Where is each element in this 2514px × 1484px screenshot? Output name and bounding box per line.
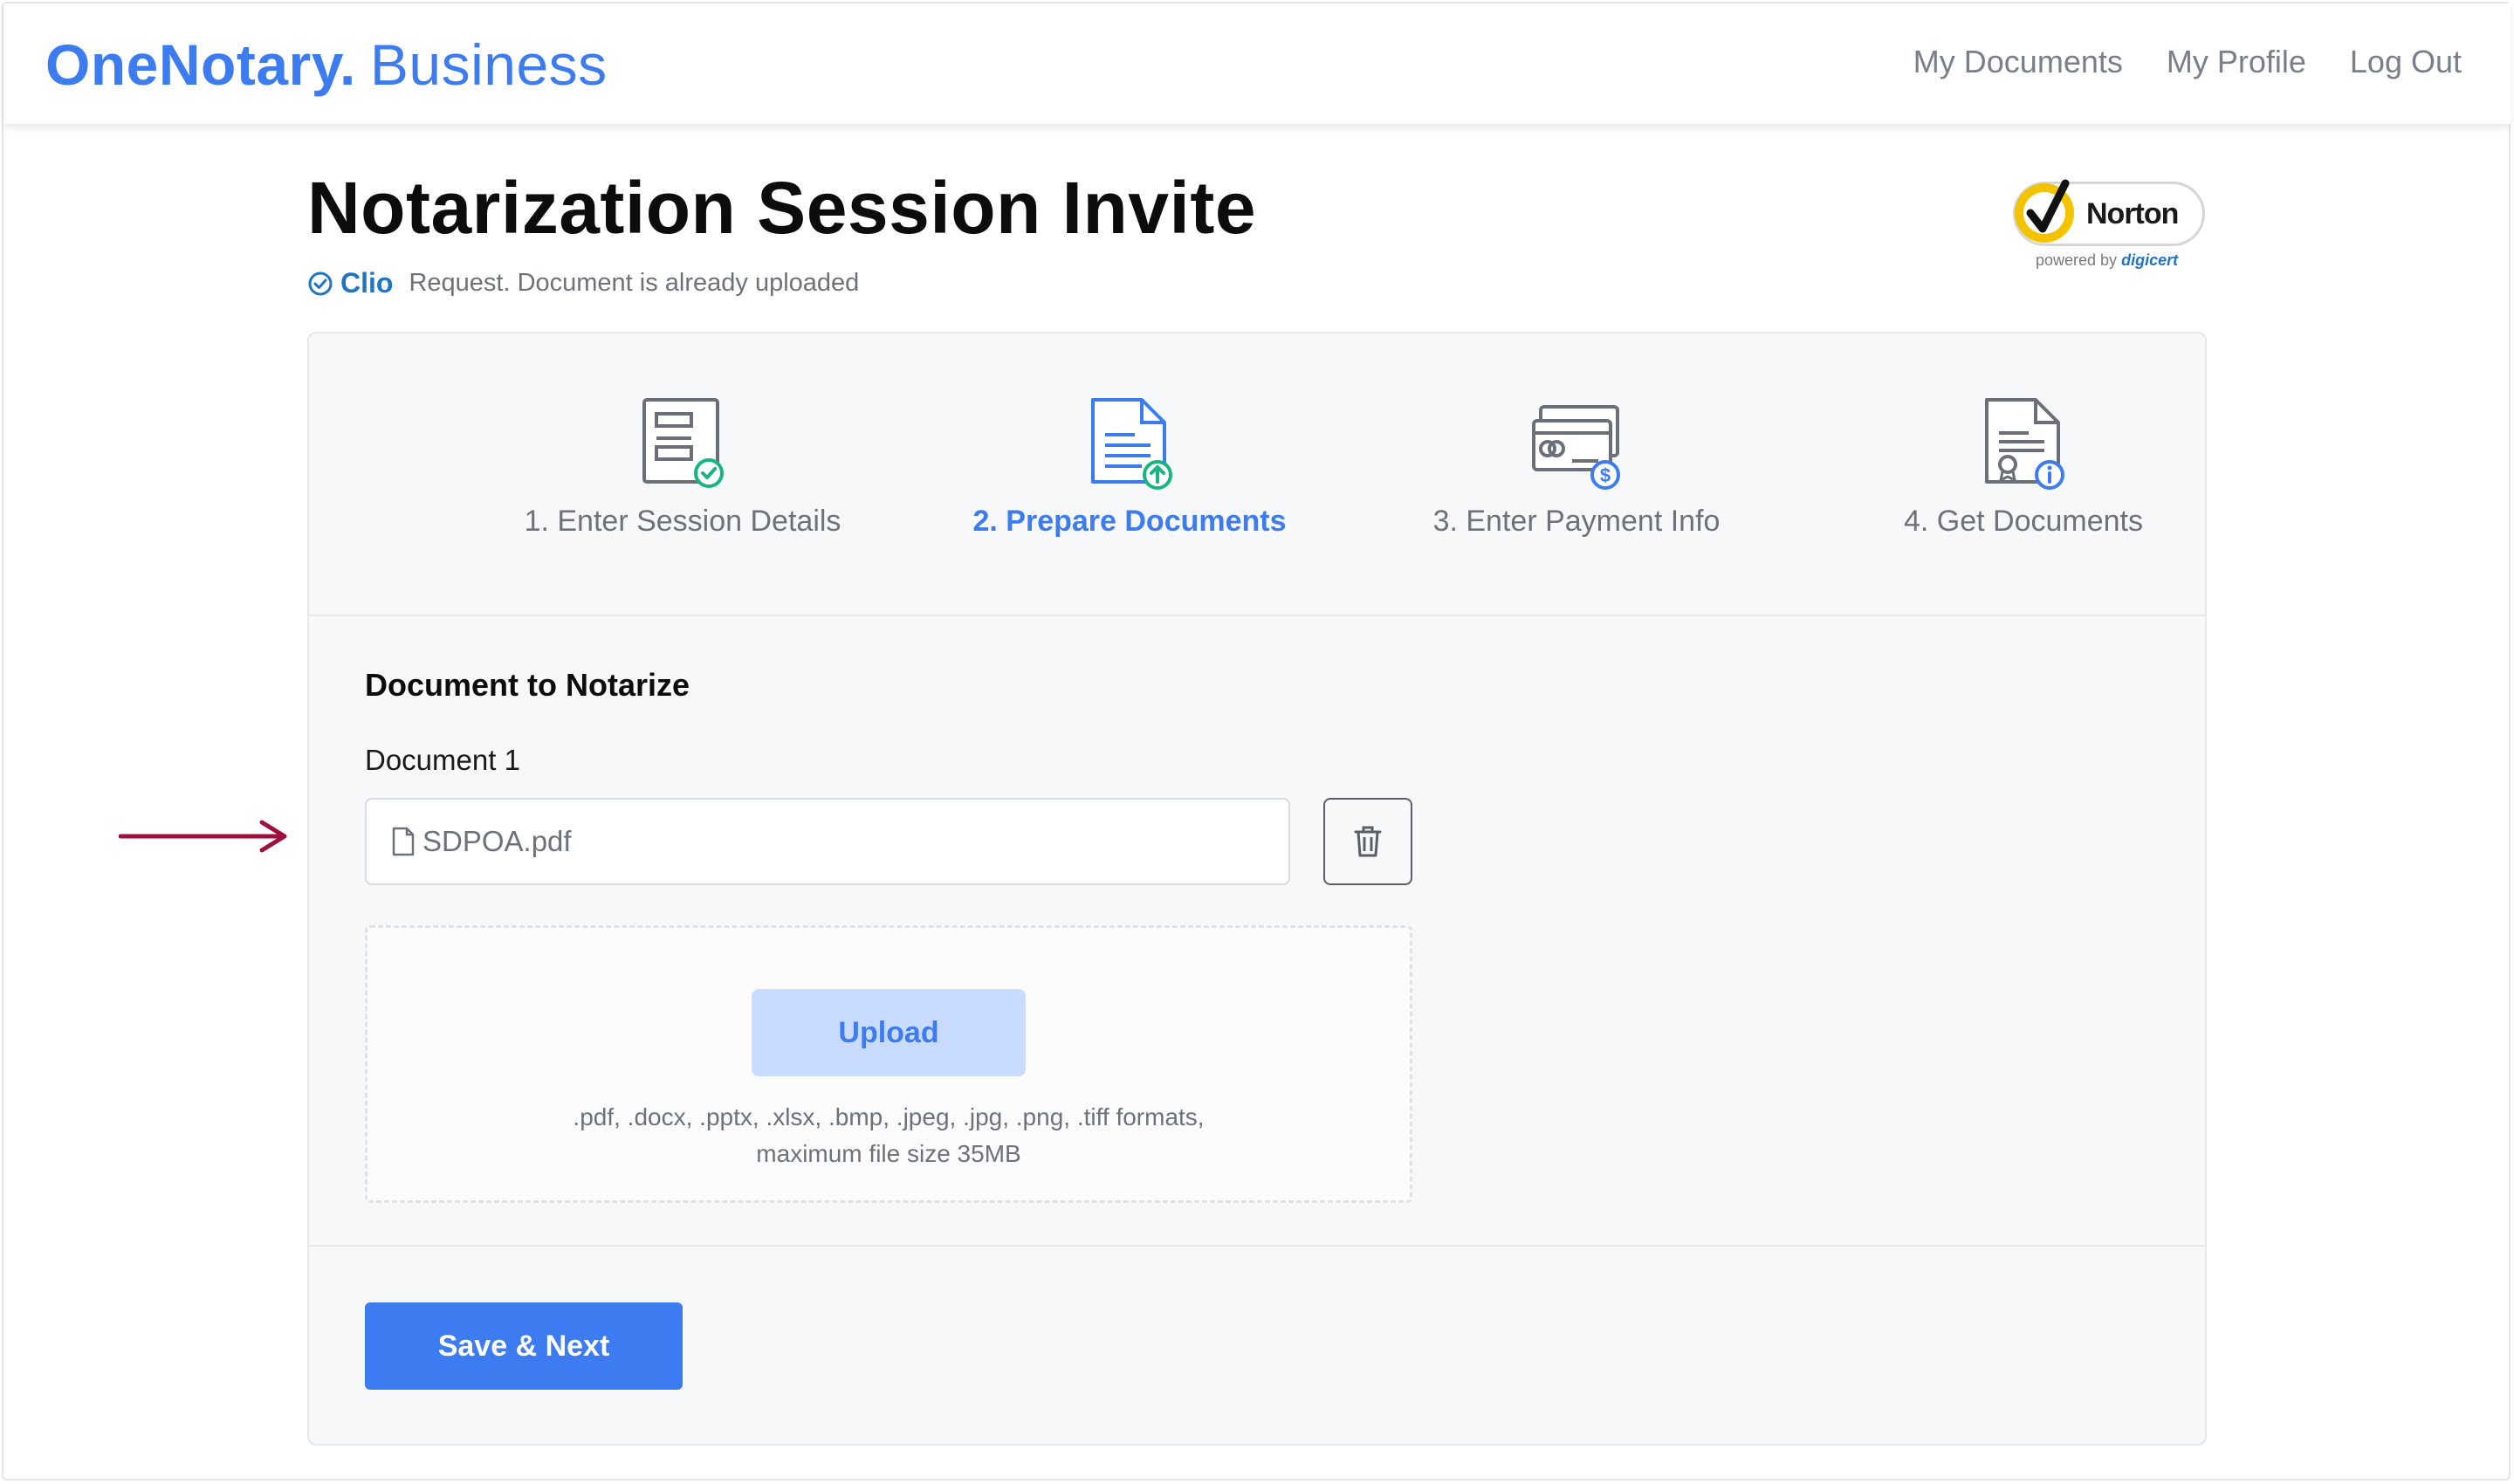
upload-size-limit: maximum file size 35MB xyxy=(756,1140,1021,1167)
step-label: 4. Get Documents xyxy=(1903,505,2143,538)
save-next-button[interactable]: Save & Next xyxy=(365,1302,683,1390)
norton-checkmark-icon xyxy=(2026,179,2070,233)
step-label: 1. Enter Session Details xyxy=(524,505,841,538)
step-enter-payment-info[interactable]: $ 3. Enter Payment Info xyxy=(1367,395,1786,539)
page-subtitle: Clio Request. Document is already upload… xyxy=(307,267,859,299)
powered-by-text: powered by xyxy=(2036,251,2118,269)
steps-bar: 1. Enter Session Details 2. Prepare Docu… xyxy=(309,333,2205,616)
top-header: OneNotary. Business My Documents My Profi… xyxy=(3,3,2511,125)
upload-hint: .pdf, .docx, .pptx, .xlsx, .bmp, .jpeg, … xyxy=(367,1099,1410,1172)
step-prepare-documents[interactable]: 2. Prepare Documents xyxy=(920,395,1339,539)
brand-primary: OneNotary. xyxy=(45,32,356,97)
nav-log-out[interactable]: Log Out xyxy=(2350,44,2462,80)
digicert-text: digicert xyxy=(2121,251,2179,269)
certificate-info-icon xyxy=(1985,398,2064,490)
invite-card: 1. Enter Session Details 2. Prepare Docu… xyxy=(307,332,2207,1446)
nav-my-profile[interactable]: My Profile xyxy=(2167,44,2306,80)
brand-logo[interactable]: OneNotary. Business xyxy=(45,30,608,100)
clio-logo: Clio xyxy=(340,267,394,299)
annotation-arrow-icon xyxy=(119,820,287,853)
section-title: Document to Notarize xyxy=(365,667,690,703)
svg-text:$: $ xyxy=(1600,464,1611,486)
upload-formats: .pdf, .docx, .pptx, .xlsx, .bmp, .jpeg, … xyxy=(573,1103,1205,1130)
document-check-icon xyxy=(642,398,724,488)
file-icon xyxy=(392,827,415,856)
delete-document-button[interactable] xyxy=(1323,798,1412,885)
upload-dropzone[interactable]: Upload .pdf, .docx, .pptx, .xlsx, .bmp, … xyxy=(365,925,1412,1203)
payment-card-icon: $ xyxy=(1532,405,1620,490)
document-upload-icon xyxy=(1091,398,1172,490)
nav-my-documents[interactable]: My Documents xyxy=(1913,44,2123,80)
upload-button[interactable]: Upload xyxy=(752,989,1026,1076)
document-label: Document 1 xyxy=(365,744,520,776)
norton-powered: powered by digicert xyxy=(2036,251,2178,270)
file-name: SDPOA.pdf xyxy=(422,825,572,857)
document-file-field[interactable]: SDPOA.pdf xyxy=(365,798,1290,885)
clio-check-icon xyxy=(308,271,333,295)
top-nav: My Documents My Profile Log Out xyxy=(1913,44,2462,80)
brand-secondary: Business xyxy=(369,32,608,97)
norton-seal-icon xyxy=(2015,179,2074,243)
norton-name: Norton xyxy=(2086,197,2179,230)
step-label: 2. Prepare Documents xyxy=(972,505,1287,538)
step-label: 3. Enter Payment Info xyxy=(1432,505,1721,538)
trash-icon xyxy=(1354,826,1382,857)
step-enter-session-details[interactable]: 1. Enter Session Details xyxy=(473,395,892,539)
page-title: Notarization Session Invite xyxy=(307,167,1257,249)
step-get-documents[interactable]: 4. Get Documents xyxy=(1814,395,2233,539)
subtitle-text: Request. Document is already uploaded xyxy=(409,269,860,297)
norton-badge: Norton powered by digicert xyxy=(2013,175,2205,279)
footer-divider xyxy=(309,1245,2205,1247)
